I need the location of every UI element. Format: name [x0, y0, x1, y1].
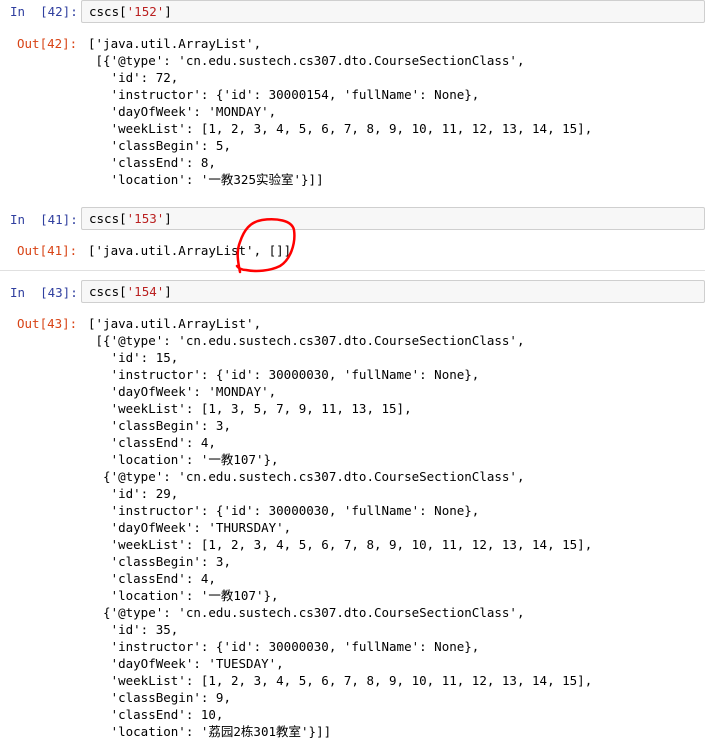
- red-annotation-circle: [235, 218, 296, 274]
